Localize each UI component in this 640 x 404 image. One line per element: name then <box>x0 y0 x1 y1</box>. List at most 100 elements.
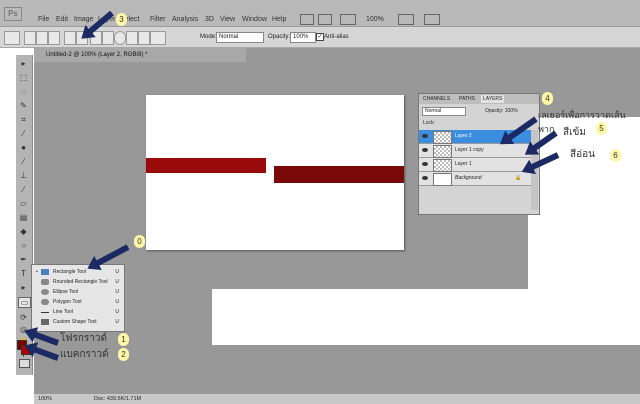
quick-mask-icon[interactable] <box>19 359 30 368</box>
healing-tool-icon[interactable]: ● <box>18 143 29 152</box>
view-extras-icon[interactable] <box>340 14 356 25</box>
document-canvas[interactable] <box>146 95 404 250</box>
document-tab[interactable]: Untitled-2 @ 100% (Layer 2, RGB/8) * <box>34 48 246 62</box>
screen-mode-icon[interactable] <box>424 14 440 25</box>
blend-mode-select[interactable]: Normal <box>422 107 466 116</box>
flyout-item-custom-shape[interactable]: Custom Shape Tool U <box>34 317 122 327</box>
line-shape-icon[interactable] <box>138 31 150 45</box>
paths-icon[interactable] <box>36 31 48 45</box>
flyout-shortcut: U <box>115 279 119 285</box>
ellipse-shape-icon[interactable] <box>114 31 126 45</box>
flyout-shortcut: U <box>115 309 119 315</box>
menu-image[interactable]: Image <box>74 16 93 23</box>
flyout-label: Rounded Rectangle Tool <box>53 279 108 285</box>
layer-row[interactable]: Background 🔒 <box>419 172 531 186</box>
arrange-icon[interactable] <box>398 14 414 25</box>
annotation-number-0: 0 <box>134 235 145 248</box>
annotation-number-4: 4 <box>542 92 553 105</box>
flyout-item-ellipse[interactable]: Ellipse Tool U <box>34 287 122 297</box>
status-bar: 100% Doc: 439.5K/1.71M <box>34 393 640 404</box>
shape-layers-icon[interactable] <box>24 31 36 45</box>
tab-layers[interactable]: LAYERS <box>481 95 505 103</box>
layer-row[interactable]: Layer 1 <box>419 158 531 172</box>
visibility-eye-icon[interactable] <box>422 148 428 152</box>
crop-tool-icon[interactable]: ⌗ <box>18 115 29 124</box>
dodge-tool-icon[interactable]: ○ <box>18 241 29 250</box>
move-tool-icon[interactable]: ▸ <box>18 59 29 68</box>
polygon-shape-icon[interactable] <box>126 31 138 45</box>
eyedropper-tool-icon[interactable]: ⁄ <box>18 129 29 138</box>
fill-pixels-icon[interactable] <box>48 31 60 45</box>
lasso-tool-icon[interactable]: ◌ <box>18 87 29 96</box>
photoshop-logo: Ps <box>4 7 22 21</box>
layer-name: Background <box>455 175 482 181</box>
flyout-label: Custom Shape Tool <box>53 319 97 325</box>
3d-rotate-tool-icon[interactable]: ⟳ <box>18 313 29 322</box>
dark-color-annotation: สีเข้ม <box>563 127 586 138</box>
flyout-shortcut: U <box>115 269 119 275</box>
tab-paths[interactable]: PATHS <box>459 96 475 102</box>
red-bar-layer-1 <box>146 158 266 173</box>
antialias-checkbox[interactable]: ✓ <box>316 33 324 41</box>
flyout-label: Line Tool <box>53 309 73 315</box>
visibility-eye-icon[interactable] <box>422 134 428 138</box>
stamp-tool-icon[interactable]: ⊥ <box>18 171 29 180</box>
menu-file[interactable]: File <box>38 16 49 23</box>
background-annotation: แบคกราวด์ <box>60 349 109 360</box>
flyout-item-line[interactable]: Line Tool U <box>34 307 122 317</box>
antialias-label: Anti-alias <box>324 34 349 40</box>
annotation-number-1: 1 <box>118 333 129 346</box>
menu-filter[interactable]: Filter <box>150 16 166 23</box>
menu-window[interactable]: Window <box>242 16 267 23</box>
flyout-item-rounded-rectangle[interactable]: Rounded Rectangle Tool U <box>34 277 122 287</box>
layers-panel-tabs: CHANNELS PATHS LAYERS <box>419 94 539 104</box>
red-bar-layer-1-copy <box>274 166 404 183</box>
tab-channels[interactable]: CHANNELS <box>423 96 450 102</box>
quick-select-tool-icon[interactable]: ✎ <box>18 101 29 110</box>
gradient-tool-icon[interactable]: ▤ <box>18 213 29 222</box>
eraser-tool-icon[interactable]: ▱ <box>18 199 29 208</box>
annotation-number-6: 6 <box>610 149 621 162</box>
marquee-tool-icon[interactable]: ⬚ <box>18 73 29 82</box>
rectangle-tool-icon[interactable]: ▭ <box>18 297 31 308</box>
flyout-shortcut: U <box>115 289 119 295</box>
custom-shape-icon[interactable] <box>150 31 166 45</box>
tool-preset-icon[interactable] <box>4 31 20 45</box>
type-tool-icon[interactable]: T <box>18 269 29 278</box>
layer-opacity[interactable]: Opacity: 100% <box>485 108 518 114</box>
pen-icon[interactable] <box>64 31 76 45</box>
flyout-shortcut: U <box>115 299 119 305</box>
path-select-tool-icon[interactable]: ▸ <box>18 283 29 292</box>
layer-name: Layer 1 copy <box>455 147 484 153</box>
flyout-label: Rectangle Tool <box>53 269 86 275</box>
menu-edit[interactable]: Edit <box>56 16 68 23</box>
mode-label: Mode: <box>200 34 217 40</box>
lock-label: Lock: <box>423 120 435 126</box>
lock-icon: 🔒 <box>515 175 522 181</box>
bridge-icon[interactable] <box>300 14 314 25</box>
flyout-label: Ellipse Tool <box>53 289 79 295</box>
flyout-label: Polygon Tool <box>53 299 82 305</box>
rounded-rectangle-shape-icon[interactable] <box>102 31 114 45</box>
visibility-eye-icon[interactable] <box>422 162 428 166</box>
pen-tool-icon[interactable]: ✒ <box>18 255 29 264</box>
history-brush-tool-icon[interactable]: ⁄ <box>18 185 29 194</box>
opacity-input[interactable]: 100% <box>290 32 316 43</box>
flyout-item-polygon[interactable]: Polygon Tool U <box>34 297 122 307</box>
brush-tool-icon[interactable]: ⁄ <box>18 157 29 166</box>
layer-row[interactable]: Layer 1 copy <box>419 144 531 158</box>
annotation-number-2: 2 <box>118 348 129 361</box>
menu-view[interactable]: View <box>220 16 235 23</box>
flyout-shortcut: U <box>115 319 119 325</box>
flyout-item-rectangle[interactable]: • Rectangle Tool U <box>34 267 122 277</box>
mini-bridge-icon[interactable] <box>318 14 332 25</box>
menu-3d[interactable]: 3D <box>205 16 214 23</box>
zoom-level[interactable]: 100% <box>366 16 384 23</box>
mode-select[interactable]: Normal <box>216 32 264 43</box>
light-color-annotation: สีอ่อน <box>570 149 595 160</box>
blur-tool-icon[interactable]: ◆ <box>18 227 29 236</box>
menu-analysis[interactable]: Analysis <box>172 16 198 23</box>
opacity-label: Opacity: <box>268 34 291 40</box>
visibility-eye-icon[interactable] <box>422 176 428 180</box>
menu-help[interactable]: Help <box>272 16 286 23</box>
